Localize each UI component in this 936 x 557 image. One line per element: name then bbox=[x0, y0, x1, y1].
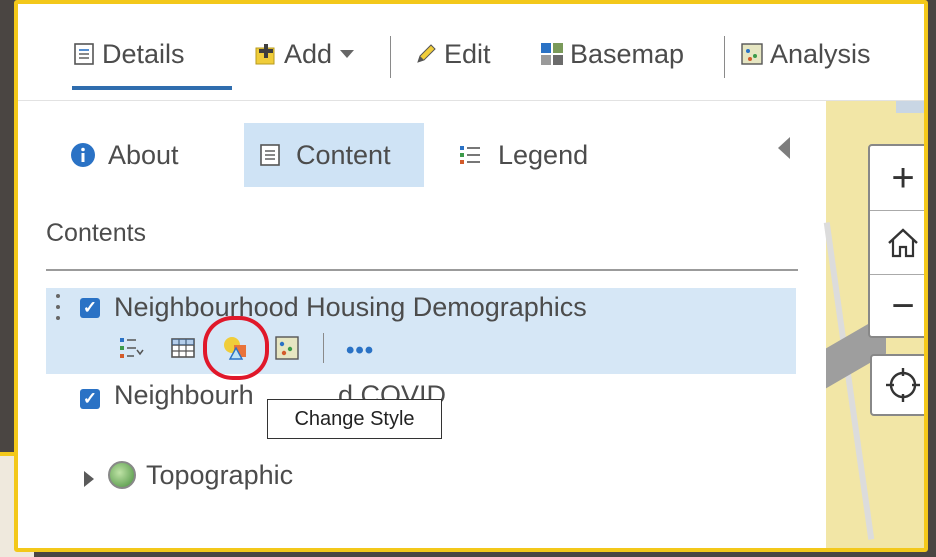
divider bbox=[46, 269, 798, 271]
layer-visibility-checkbox[interactable]: ✓ bbox=[80, 298, 100, 318]
details-icon bbox=[74, 43, 94, 65]
contents-heading: Contents bbox=[46, 219, 147, 247]
content-panel: About Content Legend Contents ✓ Neighbou… bbox=[18, 101, 827, 548]
analysis-icon[interactable] bbox=[274, 335, 300, 361]
annotation-circle bbox=[203, 316, 269, 380]
top-toolbar: Details Add Edit Basemap Analysis bbox=[18, 4, 924, 101]
content-list-icon bbox=[260, 144, 280, 166]
tab-content-label: Content bbox=[296, 139, 391, 170]
active-tab-indicator bbox=[72, 86, 232, 90]
add-icon bbox=[255, 44, 275, 65]
tab-legend-label: Legend bbox=[498, 139, 589, 170]
collapse-panel-icon[interactable] bbox=[778, 137, 790, 159]
locate-button[interactable] bbox=[870, 354, 924, 416]
globe-icon bbox=[108, 461, 136, 489]
analysis-button[interactable]: Analysis bbox=[740, 34, 871, 74]
change-style-tooltip: Change Style bbox=[267, 399, 442, 439]
zoom-out-button[interactable]: − bbox=[870, 274, 924, 338]
add-button[interactable]: Add bbox=[254, 34, 355, 74]
locate-icon bbox=[886, 368, 920, 402]
tab-about[interactable]: About bbox=[56, 123, 193, 187]
tab-legend[interactable]: Legend bbox=[444, 123, 602, 187]
expand-caret-icon[interactable] bbox=[84, 471, 94, 487]
layer-name-start[interactable]: Neighbourh bbox=[114, 380, 254, 411]
home-button[interactable] bbox=[870, 211, 924, 275]
edit-label: Edit bbox=[444, 38, 491, 69]
zoom-in-button[interactable]: + bbox=[870, 146, 924, 210]
legend-icon bbox=[460, 146, 480, 164]
home-icon bbox=[888, 228, 918, 258]
analysis-icon bbox=[741, 43, 763, 65]
map-feature bbox=[896, 101, 924, 113]
edit-button[interactable]: Edit bbox=[414, 34, 491, 74]
basemap-icon bbox=[541, 43, 563, 65]
tab-content[interactable]: Content bbox=[244, 123, 424, 187]
analysis-label: Analysis bbox=[770, 38, 871, 69]
pencil-icon bbox=[417, 44, 436, 63]
screenshot-frame: Details Add Edit Basemap Analysis About bbox=[14, 0, 928, 552]
zoom-controls: + − bbox=[868, 144, 924, 338]
layer-visibility-checkbox[interactable]: ✓ bbox=[80, 389, 100, 409]
chevron-down-icon bbox=[340, 50, 355, 58]
toolbar-divider bbox=[390, 36, 391, 78]
basemap-name[interactable]: Topographic bbox=[146, 460, 293, 491]
info-icon bbox=[71, 143, 95, 167]
basemap-label: Basemap bbox=[570, 38, 685, 69]
drag-handle-icon[interactable] bbox=[56, 294, 62, 328]
tools-divider bbox=[323, 333, 324, 363]
details-label: Details bbox=[102, 38, 185, 69]
show-legend-icon[interactable] bbox=[118, 335, 144, 361]
layer-name[interactable]: Neighbourhood Housing Demographics bbox=[114, 292, 587, 323]
more-options-icon[interactable]: ••• bbox=[346, 337, 374, 365]
table-icon[interactable] bbox=[170, 335, 196, 361]
basemap-button[interactable]: Basemap bbox=[540, 34, 684, 74]
add-label: Add bbox=[284, 38, 333, 69]
toolbar-divider bbox=[724, 36, 725, 78]
tab-about-label: About bbox=[108, 139, 179, 170]
details-button[interactable]: Details bbox=[72, 34, 185, 74]
